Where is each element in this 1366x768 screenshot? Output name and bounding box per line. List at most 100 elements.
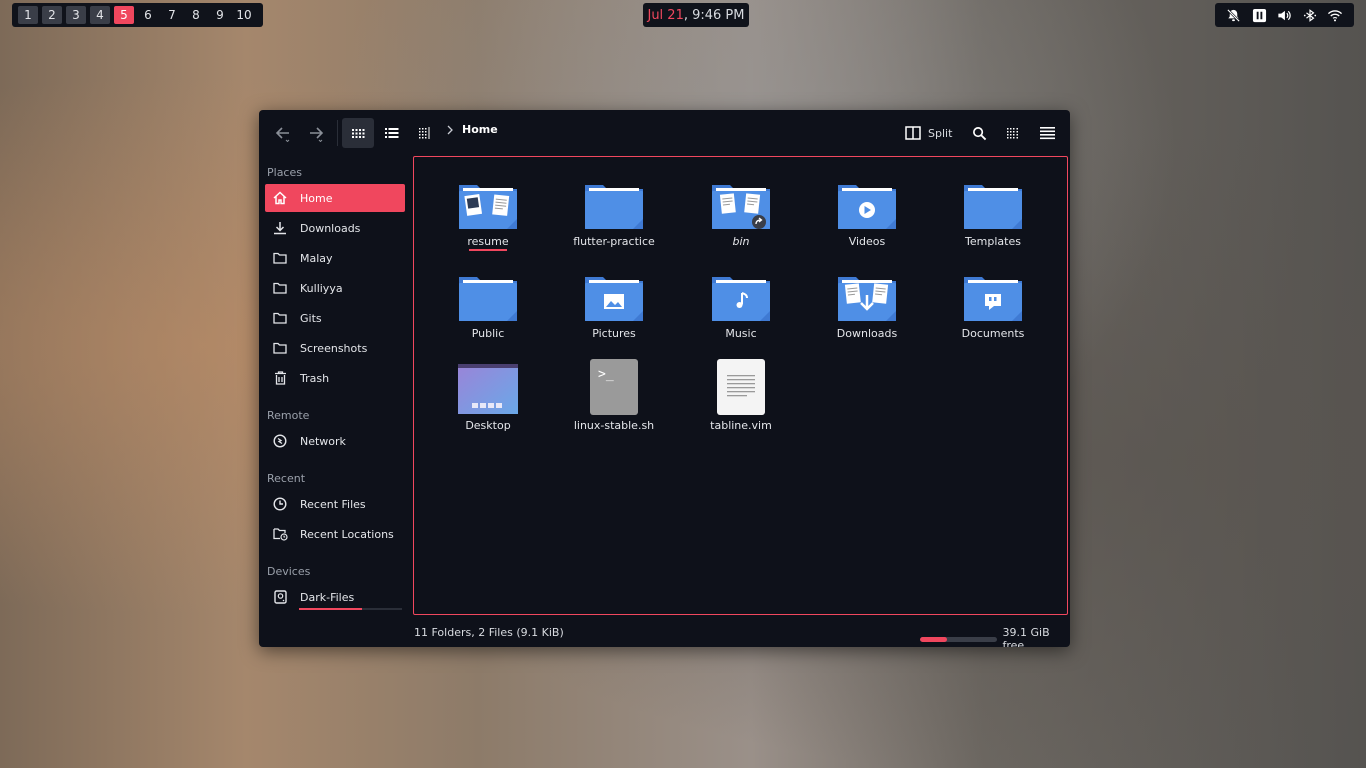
sidebar-item-home[interactable]: Home [265, 184, 405, 212]
sidebar-item-trash[interactable]: Trash [265, 364, 405, 392]
sidebar: Places Home Downloads Malay Kulliyya Git… [259, 156, 410, 647]
list-view-button[interactable] [376, 118, 408, 148]
toolbar-divider [337, 120, 338, 146]
file-item-linux-stable-sh[interactable]: >_ linux-stable.sh [559, 355, 669, 432]
clock[interactable]: Jul 21, 9:46 PM [643, 3, 749, 27]
bluetooth-icon[interactable] [1300, 5, 1320, 25]
sidebar-item-label: Dark-Files [300, 590, 355, 604]
sidebar-item-label: Kulliyya [300, 281, 343, 295]
folder-clock-icon [272, 526, 288, 542]
menu-button[interactable] [1031, 118, 1063, 148]
file-item-bin[interactable]: bin [686, 175, 796, 248]
workspace-8[interactable]: 8 [186, 6, 206, 24]
grid-view-button[interactable] [342, 118, 374, 148]
file-name: linux-stable.sh [573, 419, 655, 432]
back-button[interactable] [267, 118, 299, 148]
forward-button[interactable] [300, 118, 332, 148]
drive-icon [272, 589, 288, 605]
file-item-public[interactable]: Public [433, 267, 543, 340]
sidebar-item-network[interactable]: Network [265, 427, 405, 455]
search-icon [972, 126, 986, 140]
folder-videos-icon [835, 175, 899, 231]
disk-usage-meter [920, 636, 997, 642]
folder-icon [582, 175, 646, 231]
file-item-music[interactable]: Music [686, 267, 796, 340]
text-file-icon [709, 355, 773, 415]
system-tray [1215, 3, 1354, 27]
file-name: Public [471, 327, 505, 340]
sidebar-item-label: Recent Files [300, 497, 366, 511]
clock-date: Jul 21 [647, 7, 684, 23]
grid-icon [352, 129, 365, 138]
folder-documents-icon [961, 267, 1025, 323]
clock-icon [272, 496, 288, 512]
sidebar-item-dark-files[interactable]: Dark-Files [265, 583, 405, 611]
folder-icon [272, 280, 288, 296]
device-capacity-track [362, 608, 402, 610]
file-item-downloads[interactable]: Downloads [812, 267, 922, 340]
folder-documents-icon [456, 175, 520, 231]
workspace-switcher: 1 2 3 4 5 6 7 8 9 10 [12, 3, 263, 27]
workspace-9[interactable]: 9 [210, 6, 230, 24]
wifi-icon[interactable] [1325, 5, 1345, 25]
file-name: bin [732, 235, 750, 248]
notifications-off-icon[interactable] [1224, 5, 1244, 25]
file-item-templates[interactable]: Templates [938, 175, 1048, 248]
file-item-flutter-practice[interactable]: flutter-practice [559, 175, 669, 248]
workspace-3[interactable]: 3 [66, 6, 86, 24]
trash-icon [272, 370, 288, 386]
sidebar-item-malay[interactable]: Malay [265, 244, 405, 272]
folder-icon [961, 175, 1025, 231]
split-button[interactable]: Split [905, 118, 952, 148]
sidebar-item-recent-files[interactable]: Recent Files [265, 490, 405, 518]
sidebar-item-kulliyya[interactable]: Kulliyya [265, 274, 405, 302]
download-icon [272, 220, 288, 236]
file-item-pictures[interactable]: Pictures [559, 267, 669, 340]
clock-time: 9:46 PM [692, 7, 745, 23]
status-summary: 11 Folders, 2 Files (9.1 KiB) [414, 626, 564, 639]
script-file-icon: >_ [582, 355, 646, 415]
workspace-2[interactable]: 2 [42, 6, 62, 24]
file-name: tabline.vim [710, 419, 772, 432]
script-glyph: >_ [598, 367, 614, 382]
file-name: Documents [961, 327, 1025, 340]
workspace-6[interactable]: 6 [138, 6, 158, 24]
clock-separator: , [683, 7, 693, 23]
selection-underline [469, 249, 507, 251]
file-name: resume [467, 235, 509, 248]
breadcrumb-home[interactable]: Home [462, 123, 498, 136]
workspace-5[interactable]: 5 [114, 6, 134, 24]
file-item-tabline-vim[interactable]: tabline.vim [686, 355, 796, 432]
file-item-documents[interactable]: Documents [938, 267, 1048, 340]
file-item-videos[interactable]: Videos [812, 175, 922, 248]
sidebar-item-label: Recent Locations [300, 527, 394, 541]
sidebar-item-gits[interactable]: Gits [265, 304, 405, 332]
workspace-7[interactable]: 7 [162, 6, 182, 24]
file-name: Desktop [465, 419, 511, 432]
sidebar-item-downloads[interactable]: Downloads [265, 214, 405, 242]
recent-heading: Recent [267, 472, 306, 485]
device-capacity-indicator [299, 608, 362, 610]
sidebar-item-label: Trash [300, 371, 330, 385]
file-item-desktop[interactable]: Desktop [433, 355, 543, 432]
workspace-4[interactable]: 4 [90, 6, 110, 24]
workspace-10[interactable]: 10 [234, 6, 254, 24]
search-button[interactable] [963, 118, 995, 148]
sidebar-item-recent-locations[interactable]: Recent Locations [265, 520, 405, 548]
desktop-thumbnail-icon [456, 355, 520, 415]
view-options-button[interactable] [997, 118, 1029, 148]
compact-view-button[interactable] [409, 118, 441, 148]
file-item-resume[interactable]: resume [433, 175, 543, 251]
pause-icon[interactable] [1249, 5, 1269, 25]
volume-icon[interactable] [1274, 5, 1294, 25]
file-grid[interactable]: resume flutter-practice bin Videos Templ… [413, 156, 1068, 615]
breadcrumb[interactable]: Home [446, 123, 498, 136]
free-space-indicator: 39.1 GiB free [920, 626, 1070, 647]
dots-grid-icon [1007, 128, 1018, 139]
workspace-1[interactable]: 1 [18, 6, 38, 24]
sidebar-item-screenshots[interactable]: Screenshots [265, 334, 405, 362]
split-view-icon [905, 126, 921, 140]
split-label: Split [928, 126, 953, 140]
folder-music-icon [709, 267, 773, 323]
free-space-label: 39.1 GiB free [1002, 626, 1050, 647]
